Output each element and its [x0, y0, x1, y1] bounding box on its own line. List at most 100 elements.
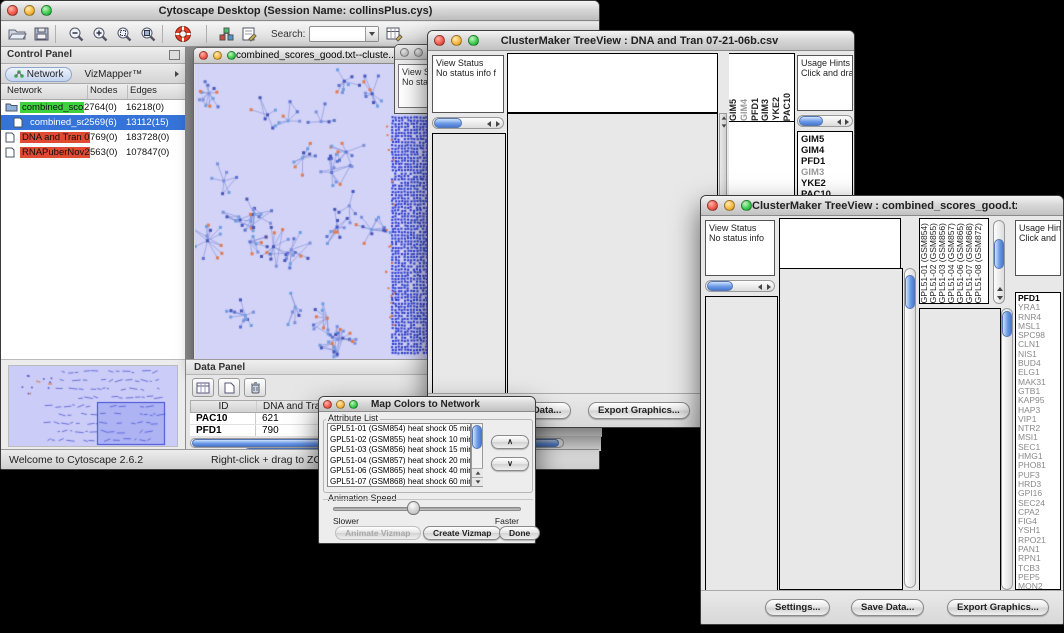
minimize-button[interactable] [336, 400, 345, 409]
dialog-titlebar[interactable]: Map Colors to Network [319, 397, 535, 412]
treeview2-window: ClusterMaker TreeView : combined_scores_… [700, 195, 1064, 625]
window-controls [1, 5, 52, 16]
close-button[interactable] [199, 51, 208, 60]
zoom-button[interactable] [468, 35, 479, 46]
zoom-out-icon[interactable] [67, 26, 85, 43]
minimize-button[interactable] [451, 35, 462, 46]
select-attributes-icon[interactable] [192, 378, 214, 397]
network-table-header[interactable]: Network Nodes Edges [1, 85, 185, 100]
network-view-title: combined_scores_good.txt--cluste... [236, 50, 397, 61]
close-button[interactable] [707, 200, 718, 211]
help-lifesaver-icon[interactable] [174, 25, 192, 43]
view-status-box: View Status No status info f [432, 55, 504, 113]
attribute-list[interactable]: GPL51-01 (GSM854) heat shock 05 minGPL51… [327, 423, 471, 487]
create-vizmap-button[interactable]: Create Vizmap [423, 526, 501, 540]
tab-overflow-arrow[interactable] [175, 71, 179, 77]
tv2-heatmap-vscrollbar[interactable] [904, 268, 916, 588]
tv1-heatmap-canvas[interactable] [507, 113, 718, 403]
search-dropdown-arrow[interactable] [365, 27, 378, 41]
network-row-dna-tran[interactable]: DNA and Tran 07 769(0) 183728(0) [1, 130, 185, 145]
attribute-list-item[interactable]: GPL51-06 (GSM865) heat shock 40 min [328, 466, 470, 477]
zoom-selected-icon[interactable] [115, 26, 133, 43]
tv2-column-labels: GPL51-01 (GSM854)GPL51-02 (GSM855)GPL51-… [919, 218, 989, 304]
tv2-button-bar: Settings... Save Data... Export Graphics… [701, 590, 1063, 624]
main-titlebar[interactable]: Cytoscape Desktop (Session Name: collins… [1, 1, 599, 21]
save-data-button[interactable]: Save Data... [851, 599, 924, 616]
usage-hints-box: Usage Hints Click and drag to [797, 55, 853, 111]
tv2-labels-vscrollbar[interactable] [993, 220, 1005, 304]
settings-button[interactable]: Settings... [765, 599, 830, 616]
float-panel-icon[interactable] [169, 50, 180, 60]
network-row-combined-sco-selected[interactable]: combined_sco 2569(6) 13112(15) [1, 115, 185, 130]
tv1-genes-hscrollbar[interactable] [797, 115, 853, 127]
network-overview-canvas[interactable] [9, 366, 177, 446]
scroll-right-icon[interactable] [496, 121, 500, 127]
close-button[interactable] [434, 35, 445, 46]
move-down-button[interactable]: ∨ [491, 457, 529, 471]
tab-network[interactable]: Network [5, 67, 72, 82]
minimize-button[interactable] [414, 48, 423, 57]
treeview2-title: ClusterMaker TreeView : combined_scores_… [752, 200, 1017, 212]
tv1-column-dendrogram-canvas[interactable] [507, 53, 718, 113]
close-button[interactable] [400, 48, 409, 57]
row-dendrogram-hscrollbar[interactable] [432, 117, 504, 129]
close-button[interactable] [323, 400, 332, 409]
tv1-row-dendrogram-canvas[interactable] [432, 133, 506, 403]
attribute-list-item[interactable]: GPL51-02 (GSM855) heat shock 10 min [328, 435, 470, 446]
zoom-button[interactable] [41, 5, 52, 16]
animate-vizmap-button[interactable]: Animate Vizmap [335, 526, 421, 540]
minimize-button[interactable] [724, 200, 735, 211]
network-row-combined-scores[interactable]: combined_scores 2764(0) 16218(0) [1, 100, 185, 115]
tab-vizmapper[interactable]: VizMapper™ [76, 68, 150, 81]
attribute-list-item[interactable]: GPL51-07 (GSM868) heat shock 60 min [328, 477, 470, 488]
scroll-down-icon[interactable] [472, 477, 483, 486]
export-graphics-button[interactable]: Export Graphics... [588, 402, 690, 419]
tv2-zoom-heatmap-canvas[interactable] [919, 308, 1001, 591]
search-input[interactable] [309, 26, 379, 42]
modify-network-icon[interactable] [218, 26, 235, 42]
tv2-gene-vscrollbar[interactable] [1001, 308, 1013, 590]
attribute-list-item[interactable]: GPL51-04 (GSM857) heat shock 20 min [328, 456, 470, 467]
save-icon[interactable] [33, 26, 50, 42]
tv2-row-dendrogram-canvas[interactable] [705, 296, 778, 592]
search-label: Search: [271, 29, 305, 40]
zoom-in-icon[interactable] [91, 26, 109, 43]
attribute-table-icon[interactable] [385, 26, 403, 42]
zoom-fit-icon[interactable] [139, 26, 157, 43]
zoom-button[interactable] [349, 400, 358, 409]
data-panel-toolbar [192, 378, 266, 397]
move-up-button[interactable]: ∧ [491, 435, 529, 449]
attribute-list-scrollbar[interactable] [471, 423, 483, 487]
annotation-icon[interactable] [241, 26, 257, 42]
tv2-gene-list[interactable]: PFD1YRA1RNR4MSL1SPC98CLN1NIS1BUD4ELG1MAK… [1015, 292, 1061, 590]
row-dendrogram-hscrollbar[interactable] [705, 280, 775, 292]
network-overview-panel[interactable] [8, 365, 178, 447]
minimize-button[interactable] [213, 51, 222, 60]
scroll-up-icon[interactable] [472, 468, 483, 477]
slider-thumb[interactable] [407, 501, 420, 515]
tv1-column-labels: GIM5GIM4PFD1GIM3YKE2PAC10 [729, 53, 795, 121]
treeview1-titlebar[interactable]: ClusterMaker TreeView : DNA and Tran 07-… [428, 31, 854, 51]
dialog-button-bar: Animate Vizmap Create Vizmap Done [319, 525, 535, 543]
delete-attribute-icon[interactable] [244, 378, 266, 397]
zoom-button[interactable] [741, 200, 752, 211]
network-row-rnapuber[interactable]: RNAPuberNov2+I 563(0) 107847(0) [1, 145, 185, 160]
minimize-button[interactable] [24, 5, 35, 16]
new-attribute-icon[interactable] [218, 378, 240, 397]
export-graphics-button[interactable]: Export Graphics... [947, 599, 1049, 616]
tv1-mini-heatmap-canvas[interactable] [731, 126, 777, 172]
animation-speed-slider[interactable] [333, 507, 521, 511]
scroll-left-icon[interactable] [487, 121, 491, 127]
document-icon [5, 132, 18, 143]
attribute-list-item[interactable]: GPL51-01 (GSM854) heat shock 05 min [328, 424, 470, 435]
zoom-button[interactable] [227, 51, 236, 60]
open-folder-icon[interactable] [7, 26, 27, 42]
map-colors-dialog: Map Colors to Network Attribute List GPL… [318, 396, 536, 544]
treeview2-titlebar[interactable]: ClusterMaker TreeView : combined_scores_… [701, 196, 1063, 216]
dialog-title: Map Colors to Network [358, 399, 493, 410]
control-panel-header: Control Panel [1, 47, 185, 64]
attribute-list-item[interactable]: GPL51-03 (GSM856) heat shock 15 min [328, 445, 470, 456]
tv2-heatmap-canvas[interactable] [779, 268, 903, 590]
done-button[interactable]: Done [499, 526, 540, 540]
close-button[interactable] [7, 5, 18, 16]
